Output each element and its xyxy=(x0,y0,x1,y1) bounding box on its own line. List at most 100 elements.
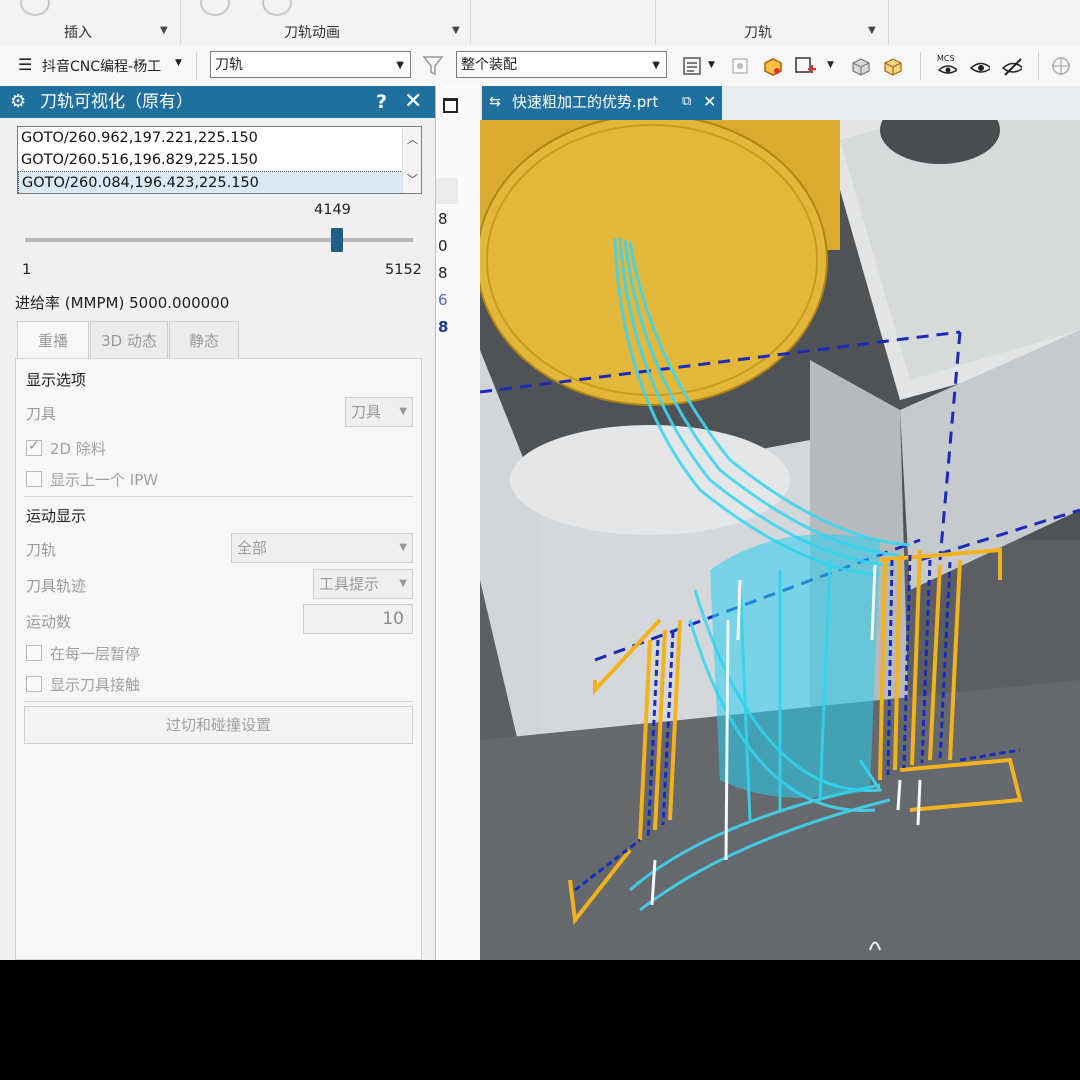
select-filter-icon[interactable] xyxy=(682,55,704,77)
toolbar-divider xyxy=(1038,52,1039,80)
navigator-value: 0 xyxy=(438,237,448,255)
tab-replay[interactable]: 重播 xyxy=(17,321,89,359)
navigator-value: 6 xyxy=(438,291,448,309)
chevron-down-icon[interactable]: ▼ xyxy=(868,25,876,36)
checkbox-pause-each-layer-label: 在每一层暂停 xyxy=(50,645,141,663)
chevron-down-icon: ▼ xyxy=(399,578,407,589)
ribbon-divider xyxy=(470,0,471,44)
ribbon-group-toolpath[interactable]: 刀轨 xyxy=(744,22,772,42)
list-item[interactable]: GOTO/260.516,196.829,225.150 xyxy=(18,149,421,171)
help-icon[interactable]: ? xyxy=(376,86,387,118)
chevron-down-icon[interactable]: ▼ xyxy=(827,60,834,70)
toolpath-visualization-dialog: ⚙ 刀轨可视化（原有） ? ✕ GOTO/260.962,197.221,225… xyxy=(0,86,436,960)
list-item[interactable]: GOTO/260.962,197.221,225.150 xyxy=(18,127,421,149)
toolpath-select[interactable]: 全部 ▼ xyxy=(231,533,413,563)
type-filter-value: 刀轨 xyxy=(215,57,243,73)
tab-3d-dynamic[interactable]: 3D 动态 xyxy=(90,321,168,359)
snap-point-icon[interactable] xyxy=(730,55,752,77)
divider xyxy=(24,701,413,702)
gouge-collision-settings-button[interactable]: 过切和碰撞设置 xyxy=(24,706,413,744)
orient-view-icon[interactable] xyxy=(1050,55,1072,77)
wireframe-view-icon[interactable] xyxy=(882,55,904,77)
chevron-down-icon: ▼ xyxy=(399,406,407,417)
menu-label[interactable]: 抖音CNC编程-杨工 xyxy=(42,56,161,76)
sync-icon: ⇆ xyxy=(489,94,501,110)
toolbar-divider xyxy=(920,52,921,80)
select-body-icon[interactable] xyxy=(762,55,784,77)
letterbox-bottom xyxy=(0,960,1080,1080)
checkbox-prev-ipw[interactable] xyxy=(26,471,42,487)
scope-select[interactable]: 整个装配 ▼ xyxy=(456,51,667,78)
ribbon-divider xyxy=(180,0,181,44)
detach-icon[interactable]: ⧉ xyxy=(682,86,691,118)
ribbon-group-insert[interactable]: 插入 xyxy=(64,22,92,42)
ribbon-group-animation[interactable]: 刀轨动画 xyxy=(284,22,340,42)
graphics-viewport[interactable] xyxy=(480,120,1080,960)
feedrate-readout: 进给率 (MMPM) 5000.000000 xyxy=(15,294,230,312)
checkbox-tool-contact[interactable] xyxy=(26,676,42,692)
hide-eye-icon[interactable] xyxy=(1000,55,1022,77)
chevron-down-icon[interactable]: ▼ xyxy=(708,60,715,70)
tool-trace-label: 刀具轨迹 xyxy=(26,577,87,595)
pocket-arc-face xyxy=(510,425,790,535)
tool-trace-value: 工具提示 xyxy=(319,575,380,593)
checkbox-tool-contact-label: 显示刀具接触 xyxy=(50,676,141,694)
tool-trace-select[interactable]: 工具提示 ▼ xyxy=(313,569,413,599)
checkbox-prev-ipw-label: 显示上一个 IPW xyxy=(50,471,159,489)
shaded-view-icon[interactable] xyxy=(850,55,872,77)
gear-icon[interactable]: ⚙ xyxy=(10,86,26,118)
dialog-title-bar[interactable]: ⚙ 刀轨可视化（原有） ? ✕ xyxy=(0,86,435,118)
navigator-strip: 8 0 8 6 8 xyxy=(436,86,480,960)
toolpath-label: 刀轨 xyxy=(26,541,57,559)
tool-display-value: 刀具 xyxy=(351,403,382,421)
chevron-down-icon: ▼ xyxy=(399,542,407,553)
replay-tab-panel: 显示选项 刀具 刀具 ▼ 2D 除料 显示上一个 IPW 运动显示 刀轨 全部 … xyxy=(15,358,422,960)
toolpath-3d-scene xyxy=(480,120,1080,960)
toolbar-divider xyxy=(196,52,197,80)
chevron-down-icon[interactable]: ▼ xyxy=(452,25,460,36)
tab-part-file[interactable]: ⇆ 快速粗加工的优势.prt ⧉ ✕ xyxy=(482,86,722,120)
ribbon-divider xyxy=(888,0,889,44)
tool-display-select[interactable]: 刀具 ▼ xyxy=(345,397,413,427)
motion-count-label: 运动数 xyxy=(26,613,72,631)
viewport-tab-bar: ⇆ 快速粗加工的优势.prt ⧉ ✕ xyxy=(480,86,1080,120)
tool-label: 刀具 xyxy=(26,405,57,423)
maximize-icon[interactable] xyxy=(443,98,458,113)
navigator-value: 8 xyxy=(438,264,448,282)
checkbox-pause-each-layer[interactable] xyxy=(26,645,42,661)
toolbar: ☰ 抖音CNC编程-杨工 ▼ 刀轨 ▼ 整个装配 ▼ ▼ ▼ MCS xyxy=(0,46,1080,87)
cyan-toolpath-fill xyxy=(710,534,880,798)
slider-min-label: 1 xyxy=(22,262,32,278)
section-display-options: 显示选项 xyxy=(26,371,87,389)
goto-list[interactable]: GOTO/260.962,197.221,225.150 GOTO/260.51… xyxy=(17,126,422,194)
chevron-down-icon[interactable]: ▼ xyxy=(175,58,182,68)
slider-max-label: 5152 xyxy=(385,262,422,278)
menu-icon[interactable]: ☰ xyxy=(18,55,32,74)
close-icon[interactable]: ✕ xyxy=(404,86,422,118)
select-face-icon[interactable] xyxy=(794,55,816,77)
show-eye-icon[interactable] xyxy=(968,55,990,77)
redo-ghost-icon xyxy=(20,0,50,16)
mcs-icon[interactable]: MCS xyxy=(935,52,957,74)
tab-static[interactable]: 静态 xyxy=(169,321,239,359)
part-file-name: 快速粗加工的优势.prt xyxy=(512,93,659,111)
navigator-value: 8 xyxy=(438,318,449,336)
chevron-down-icon[interactable]: ▼ xyxy=(160,25,168,36)
forward-ghost-icon xyxy=(262,0,292,16)
checkbox-2d-removal[interactable] xyxy=(26,438,42,456)
svg-text:MCS: MCS xyxy=(937,54,955,63)
list-item-selected[interactable]: GOTO/260.084,196.423,225.150 xyxy=(18,171,421,193)
checkbox-2d-removal-label: 2D 除料 xyxy=(50,440,106,458)
list-scrollbar[interactable]: ︿ ﹀ xyxy=(402,127,421,193)
filter-icon[interactable] xyxy=(422,54,444,76)
animation-slider-track[interactable] xyxy=(25,238,413,242)
scroll-down-icon[interactable]: ﹀ xyxy=(407,171,418,187)
close-tab-icon[interactable]: ✕ xyxy=(703,86,716,118)
section-motion-display: 运动显示 xyxy=(26,507,87,525)
motion-count-input[interactable]: 10 xyxy=(303,604,413,634)
chevron-down-icon: ▼ xyxy=(396,60,404,71)
scroll-up-icon[interactable]: ︿ xyxy=(407,131,418,147)
animation-slider-thumb[interactable] xyxy=(331,228,344,252)
type-filter-select[interactable]: 刀轨 ▼ xyxy=(210,51,411,78)
toolpath-value: 全部 xyxy=(237,539,268,557)
